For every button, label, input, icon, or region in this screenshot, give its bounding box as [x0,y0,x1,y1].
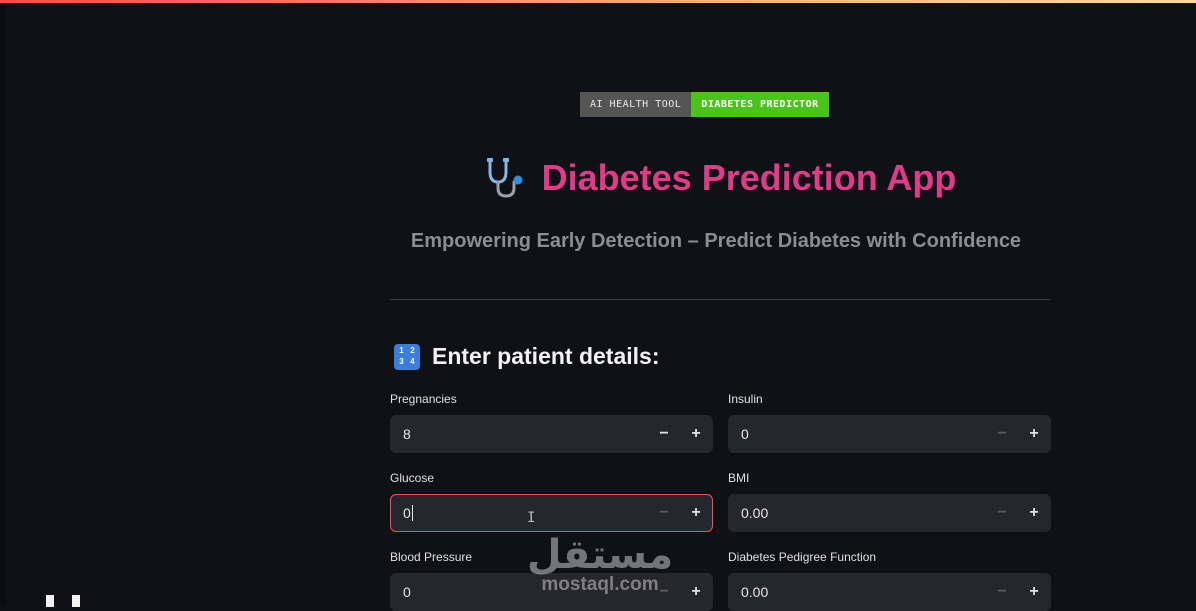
text-cursor-icon: I [527,510,536,526]
blood-pressure-decrement-button[interactable]: − [648,574,680,610]
glucose-value: 0 [403,505,411,521]
dpf-value[interactable]: 0.00 [729,574,986,610]
text-caret [411,505,413,521]
input-numbers-icon: 1234 [394,343,420,370]
field-insulin: Insulin 0 − + [728,392,1051,453]
divider [390,299,1050,300]
blood-pressure-value[interactable]: 0 [391,574,648,610]
bmi-decrement-button[interactable]: − [986,495,1018,531]
bmi-increment-button[interactable]: + [1018,495,1050,531]
insulin-input[interactable]: 0 − + [728,415,1051,453]
field-label: Blood Pressure [390,550,473,564]
page-subtitle: Empowering Early Detection – Predict Dia… [410,230,1022,252]
pregnancies-input[interactable]: 8 − + [390,415,713,453]
insulin-value[interactable]: 0 [729,416,986,452]
dpf-decrement-button[interactable]: − [986,574,1018,610]
field-glucose: Glucose 0 − + [390,471,713,532]
badge-diabetes-predictor: DIABETES PREDICTOR [691,92,829,117]
field-diabetes-pedigree-function: Diabetes Pedigree Function 0.00 − + [728,550,1051,611]
field-blood-pressure: Blood Pressure 0 − + [390,550,713,611]
stethoscope-icon [484,156,528,200]
dpf-increment-button[interactable]: + [1018,574,1050,610]
main-container: AI HEALTH TOOL DIABETES PREDICTOR Diabet… [390,0,1051,611]
page-title-text: Diabetes Prediction App [541,157,957,198]
blood-pressure-increment-button[interactable]: + [680,574,712,610]
field-label: Diabetes Pedigree Function [728,550,877,564]
section-heading: 1234 Enter patient details: [394,343,659,370]
bmi-input[interactable]: 0.00 − + [728,494,1051,532]
glucose-value-container[interactable]: 0 [391,495,648,531]
field-label: Glucose [390,471,435,485]
insulin-increment-button[interactable]: + [1018,416,1050,452]
field-label: Insulin [728,392,763,406]
left-edge [0,3,6,607]
badge-ai-health-tool: AI HEALTH TOOL [580,92,692,117]
glucose-input[interactable]: 0 − + [390,494,713,532]
page-title: Diabetes Prediction App [390,156,1050,200]
pregnancies-decrement-button[interactable]: − [648,416,680,452]
field-bmi: BMI 0.00 − + [728,471,1051,532]
glucose-decrement-button[interactable]: − [648,495,680,531]
field-label: Pregnancies [390,392,457,406]
insulin-decrement-button[interactable]: − [986,416,1018,452]
corner-logo-fragment [46,595,86,607]
blood-pressure-input[interactable]: 0 − + [390,573,713,611]
bmi-value[interactable]: 0.00 [729,495,986,531]
field-pregnancies: Pregnancies 8 − + [390,392,713,453]
glucose-increment-button[interactable]: + [680,495,712,531]
header-badge: AI HEALTH TOOL DIABETES PREDICTOR [580,92,829,117]
field-label: BMI [728,471,750,485]
section-heading-text: Enter patient details: [432,343,660,369]
pregnancies-value[interactable]: 8 [391,416,648,452]
dpf-input[interactable]: 0.00 − + [728,573,1051,611]
pregnancies-increment-button[interactable]: + [680,416,712,452]
